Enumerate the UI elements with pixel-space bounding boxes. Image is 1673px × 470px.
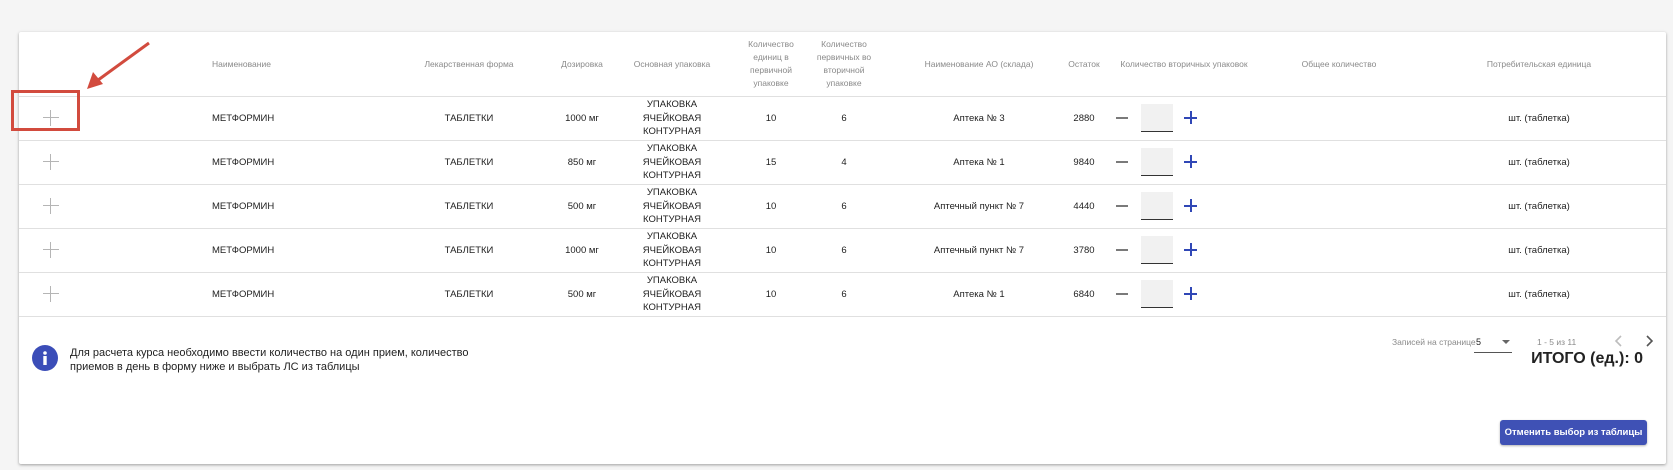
cell-form: ТАБЛЕТКИ [444, 112, 494, 124]
cell-stock: 3780 [1073, 244, 1095, 256]
decrement-icon[interactable] [1116, 117, 1128, 119]
table-row: МЕТФОРМИН ТАБЛЕТКИ 1000 мг УПАКОВКА ЯЧЕЙКОВА… [19, 229, 1666, 273]
page-range: 1 - 5 из 11 [1537, 337, 1577, 347]
cell-consumer-unit: шт. (таблетка) [1508, 200, 1570, 212]
add-row-icon[interactable] [41, 284, 61, 304]
add-row-icon[interactable] [41, 196, 61, 216]
header-main-pack: Основная упаковка [633, 58, 711, 69]
cell-stock: 6840 [1073, 288, 1095, 300]
cell-form: ТАБЛЕТКИ [444, 200, 494, 212]
header-units-in-primary: Количество единиц в первичной упаковке [748, 39, 794, 88]
cell-warehouse: Аптека № 1 [953, 156, 1005, 168]
prev-page-icon[interactable] [1611, 333, 1627, 349]
header-form: Лекарственная форма [424, 58, 514, 69]
cell-main-pack: УПАКОВКА ЯЧЕЙКОВАЯ КОНТУРНАЯ [642, 143, 702, 182]
cell-stock: 4440 [1073, 200, 1095, 212]
header-name: Наименование [212, 58, 271, 69]
cell-main-pack: УПАКОВКА ЯЧЕЙКОВАЯ КОНТУРНАЯ [642, 231, 702, 270]
secondary-qty-input[interactable] [1141, 236, 1173, 264]
cell-warehouse: Аптечный пункт № 7 [933, 200, 1025, 212]
decrement-icon[interactable] [1116, 205, 1128, 207]
header-stock: Остаток [1068, 58, 1100, 69]
info-icon [32, 345, 58, 371]
cancel-selection-button[interactable]: Отменить выбор из таблицы [1500, 420, 1647, 445]
cell-units-in-primary: 10 [765, 288, 777, 300]
increment-icon[interactable] [1184, 243, 1197, 256]
cell-units-in-primary: 10 [765, 200, 777, 212]
cell-primary-in-secondary: 4 [841, 156, 847, 168]
add-row-icon[interactable] [41, 240, 61, 260]
decrement-icon[interactable] [1116, 293, 1128, 295]
cell-total-qty [1269, 185, 1409, 228]
table-row: МЕТФОРМИН ТАБЛЕТКИ 500 мг УПАКОВКА ЯЧЕЙКОВАЯ… [19, 185, 1666, 229]
cell-warehouse: Аптека № 1 [953, 288, 1005, 300]
cell-main-pack: УПАКОВКА ЯЧЕЙКОВАЯ КОНТУРНАЯ [642, 187, 702, 226]
header-warehouse: Наименование АО (склада) [924, 58, 1034, 69]
cell-primary-in-secondary: 6 [841, 200, 847, 212]
cell-dosage: 850 мг [567, 156, 597, 168]
header-total-qty: Общее количество [1301, 58, 1377, 69]
cell-form: ТАБЛЕТКИ [444, 288, 494, 300]
cell-units-in-primary: 10 [765, 244, 777, 256]
table-row: МЕТФОРМИН ТАБЛЕТКИ 500 мг УПАКОВКА ЯЧЕЙКОВАЯ… [19, 273, 1666, 317]
decrement-icon[interactable] [1116, 249, 1128, 251]
cell-dosage: 500 мг [567, 288, 597, 300]
cell-name: МЕТФОРМИН [212, 112, 275, 124]
cell-dosage: 1000 мг [565, 244, 599, 256]
table-row: МЕТФОРМИН ТАБЛЕТКИ 850 мг УПАКОВКА ЯЧЕЙКОВАЯ… [19, 141, 1666, 185]
total-label: ИТОГО (ед.): 0 [1531, 350, 1643, 367]
cell-consumer-unit: шт. (таблетка) [1508, 288, 1570, 300]
cell-consumer-unit: шт. (таблетка) [1508, 156, 1570, 168]
cell-stock: 2880 [1073, 112, 1095, 124]
cell-primary-in-secondary: 6 [841, 288, 847, 300]
secondary-qty-input[interactable] [1141, 148, 1173, 176]
decrement-icon[interactable] [1116, 161, 1128, 163]
cell-warehouse: Аптека № 3 [953, 112, 1005, 124]
cell-name: МЕТФОРМИН [212, 288, 275, 300]
secondary-qty-input[interactable] [1141, 192, 1173, 220]
increment-icon[interactable] [1184, 199, 1197, 212]
caret-down-icon [1502, 340, 1510, 344]
header-secondary-qty: Количество вторичных упаковок [1120, 58, 1248, 69]
cell-form: ТАБЛЕТКИ [444, 244, 494, 256]
info-message: Для расчета курса необходимо ввести коли… [70, 347, 469, 373]
cell-dosage: 500 мг [567, 200, 597, 212]
increment-icon[interactable] [1184, 155, 1197, 168]
next-page-icon[interactable] [1641, 333, 1657, 349]
cell-primary-in-secondary: 6 [841, 244, 847, 256]
annotation-arrow-icon [87, 41, 150, 89]
header-consumer-unit: Потребительская единица [1486, 58, 1592, 69]
cell-form: ТАБЛЕТКИ [444, 156, 494, 168]
cell-total-qty [1269, 273, 1409, 316]
cell-name: МЕТФОРМИН [212, 200, 275, 212]
table-row: МЕТФОРМИН ТАБЛЕТКИ 1000 мг УПАКОВКА ЯЧЕЙКОВА… [19, 97, 1666, 141]
cell-warehouse: Аптечный пункт № 7 [933, 244, 1025, 256]
cell-total-qty [1269, 229, 1409, 272]
cell-units-in-primary: 15 [765, 156, 777, 168]
cell-primary-in-secondary: 6 [841, 112, 847, 124]
secondary-qty-input[interactable] [1141, 104, 1173, 132]
increment-icon[interactable] [1184, 287, 1197, 300]
cell-consumer-unit: шт. (таблетка) [1508, 244, 1570, 256]
header-dosage: Дозировка [561, 58, 603, 69]
table-header: Наименование Лекарственная форма Дозиров… [19, 32, 1666, 97]
page-size-label: Записей на странице [1392, 337, 1476, 347]
cell-total-qty [1269, 141, 1409, 184]
cell-main-pack: УПАКОВКА ЯЧЕЙКОВАЯ КОНТУРНАЯ [642, 275, 702, 314]
page-size-select[interactable]: 5 [1474, 330, 1512, 353]
cell-dosage: 1000 мг [565, 112, 599, 124]
cell-main-pack: УПАКОВКА ЯЧЕЙКОВАЯ КОНТУРНАЯ [642, 99, 702, 138]
add-row-icon[interactable] [41, 152, 61, 172]
cell-stock: 9840 [1073, 156, 1095, 168]
cell-total-qty [1269, 97, 1409, 140]
header-primary-in-secondary: Количество первичных во вторичной упаков… [816, 39, 872, 88]
cell-units-in-primary: 10 [765, 112, 777, 124]
cell-name: МЕТФОРМИН [212, 156, 275, 168]
cell-consumer-unit: шт. (таблетка) [1508, 112, 1570, 124]
results-card: Наименование Лекарственная форма Дозиров… [19, 32, 1666, 464]
increment-icon[interactable] [1184, 111, 1197, 124]
page-size-value: 5 [1476, 337, 1482, 347]
cell-name: МЕТФОРМИН [212, 244, 275, 256]
secondary-qty-input[interactable] [1141, 280, 1173, 308]
